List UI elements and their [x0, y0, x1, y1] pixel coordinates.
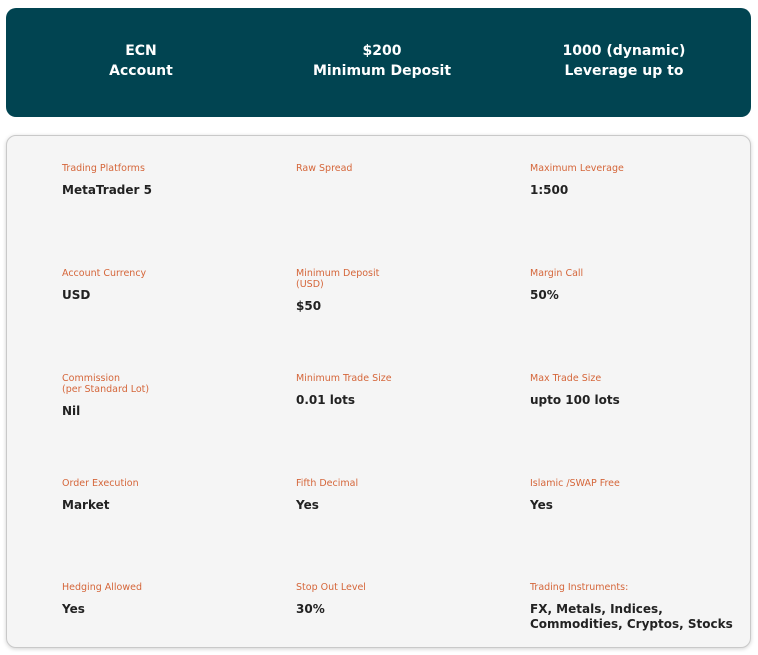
spec-label: Max Trade Size	[530, 373, 602, 384]
spec-trading-instruments: Trading Instruments: FX, Metals, Indices…	[530, 582, 750, 632]
spec-label: Raw Spread	[296, 163, 353, 174]
spec-label: Minimum Trade Size	[296, 373, 392, 384]
account-summary-header: ECN Account $200 Minimum Deposit 1000 (d…	[6, 8, 751, 117]
spec-label-unit: (per Standard Lot)	[62, 384, 150, 395]
spec-value: upto 100 lots	[530, 393, 620, 407]
spec-value: 50%	[530, 288, 559, 302]
spec-value: FX, Metals, Indices, Commodities, Crypto…	[530, 602, 750, 632]
spec-label: Account Currency	[62, 268, 147, 279]
spec-value: 30%	[296, 602, 325, 616]
spec-margin-call: Margin Call 50%	[530, 268, 750, 303]
spec-value: 0.01 lots	[296, 393, 356, 407]
spec-value: 1:500	[530, 183, 569, 197]
leverage-amount: 1000 (dynamic)	[562, 43, 686, 59]
spec-stop-out-level: Stop Out Level 30%	[296, 582, 516, 617]
spec-fifth-decimal: Fifth Decimal Yes	[296, 478, 516, 513]
spec-max-leverage: Maximum Leverage 1:500	[530, 163, 750, 198]
spec-trading-platforms: Trading Platforms MetaTrader 5	[62, 163, 282, 198]
spec-max-trade-size: Max Trade Size upto 100 lots	[530, 373, 750, 408]
account-type: ECN Account	[16, 41, 266, 81]
spec-minimum-deposit: Minimum Deposit (USD) $50	[296, 268, 516, 314]
spec-label: Maximum Leverage	[530, 163, 624, 174]
account-type-name: ECN	[125, 43, 157, 59]
spec-min-trade-size: Minimum Trade Size 0.01 lots	[296, 373, 516, 408]
spec-label: Stop Out Level	[296, 582, 366, 593]
spec-value: $50	[296, 299, 322, 313]
minimum-deposit-caption: Minimum Deposit	[312, 63, 452, 79]
spec-label-unit: (USD)	[296, 279, 324, 290]
minimum-deposit-amount: $200	[362, 43, 402, 59]
account-specs-card: Trading Platforms MetaTrader 5 Raw Sprea…	[6, 135, 751, 648]
spec-commission: Commission (per Standard Lot) Nil	[62, 373, 282, 419]
spec-label: Minimum Deposit	[296, 268, 380, 279]
spec-value: MetaTrader 5	[62, 183, 152, 197]
leverage-summary: 1000 (dynamic) Leverage up to	[499, 41, 749, 81]
spec-value-line: Commodities, Cryptos, Stocks	[530, 617, 733, 631]
spec-value: USD	[62, 288, 91, 302]
spec-value-line: FX, Metals, Indices,	[530, 602, 663, 616]
leverage-caption: Leverage up to	[564, 63, 684, 79]
account-type-caption: Account	[109, 63, 173, 79]
spec-value: Market	[62, 498, 110, 512]
spec-hedging-allowed: Hedging Allowed Yes	[62, 582, 282, 617]
spec-label: Margin Call	[530, 268, 584, 279]
spec-label: Commission	[62, 373, 120, 384]
minimum-deposit-summary: $200 Minimum Deposit	[257, 41, 507, 81]
spec-raw-spread: Raw Spread	[296, 163, 516, 183]
spec-label: Fifth Decimal	[296, 478, 359, 489]
spec-label: Islamic /SWAP Free	[530, 478, 620, 489]
spec-label: Trading Instruments:	[530, 582, 629, 593]
spec-value: Yes	[296, 498, 319, 512]
spec-islamic-swap-free: Islamic /SWAP Free Yes	[530, 478, 750, 513]
spec-label: Hedging Allowed	[62, 582, 142, 593]
spec-label: Order Execution	[62, 478, 139, 489]
spec-account-currency: Account Currency USD	[62, 268, 282, 303]
spec-value: Yes	[530, 498, 553, 512]
spec-order-execution: Order Execution Market	[62, 478, 282, 513]
spec-value: Nil	[62, 404, 81, 418]
spec-value: Yes	[62, 602, 85, 616]
spec-label: Trading Platforms	[62, 163, 145, 174]
